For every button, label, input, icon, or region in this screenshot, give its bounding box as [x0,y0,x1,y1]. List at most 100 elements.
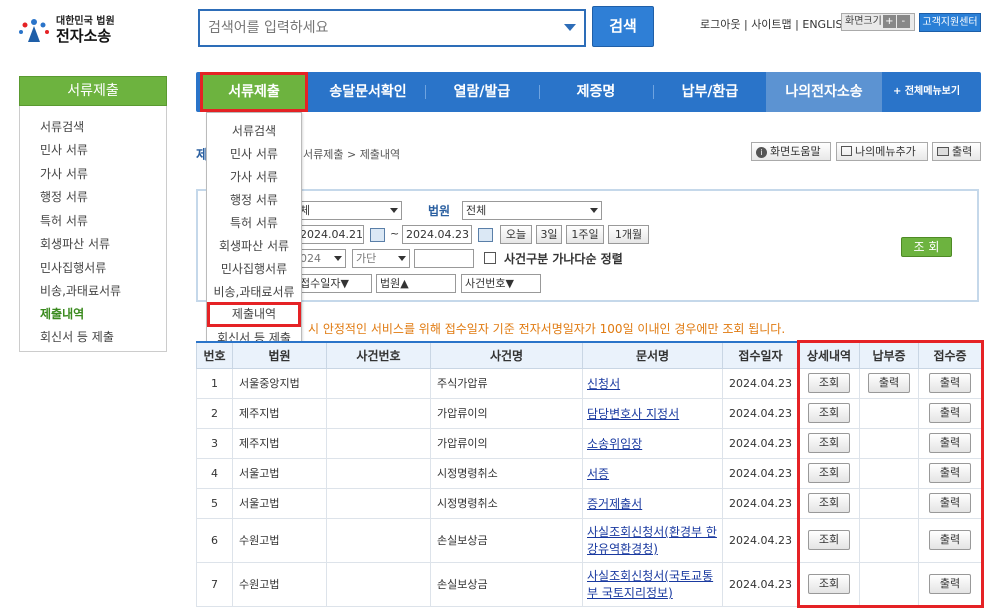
detail-view-button[interactable]: 조회 [808,463,850,483]
font-plus-button[interactable]: + [882,15,896,28]
dropdown-item-bankruptcy[interactable]: 회생파산 서류 [207,237,301,254]
dropdown-item-patent[interactable]: 특허 서류 [207,214,301,231]
court-emblem-icon [19,19,49,42]
detail-view-button[interactable]: 조회 [808,433,850,453]
sidebar-item-civil[interactable]: 민사 서류 [40,141,88,158]
date-from-input[interactable]: 2024.04.21 [296,225,364,244]
search-button[interactable]: 검색 [592,6,654,47]
payment-print-button[interactable]: 출력 [868,373,910,393]
tab-certificate[interactable]: 제증명 [542,72,650,112]
font-minus-button[interactable]: - [896,15,910,28]
period-3days-button[interactable]: 3일 [536,225,562,244]
nav-divider [539,85,540,99]
dropdown-item-document-search[interactable]: 서류검색 [207,122,301,139]
row-number: 4 [196,457,233,489]
receipt-print-button[interactable]: 출력 [929,463,971,483]
sidebar-item-reply-submission[interactable]: 회신서 등 제출 [40,328,114,345]
row-case-number [326,487,431,519]
row-date: 2024.04.23 [722,457,799,489]
sort-case-select[interactable]: 사건번호▼ [461,274,541,293]
court-logo[interactable]: 대한민국 법원 전자소송 [14,8,124,48]
row-date: 2024.04.23 [722,367,799,399]
calendar-icon[interactable] [370,228,385,242]
dropdown-item-administrative[interactable]: 행정 서류 [207,191,301,208]
document-link[interactable]: 사실조회신청서(국토교통부 국토지리정보) [587,569,713,600]
tab-payment-refund[interactable]: 납부/환급 [656,72,764,112]
row-case-name: 시정명령취소 [430,457,583,489]
detail-view-button[interactable]: 조회 [808,574,850,594]
detail-view-button[interactable]: 조회 [808,530,850,550]
query-button[interactable]: 조 회 [901,237,952,257]
row-payment [859,487,919,519]
dropdown-item-civil-execution[interactable]: 민사집행서류 [207,260,301,277]
sidebar-item-document-search[interactable]: 서류검색 [40,118,84,135]
sidebar-item-administrative[interactable]: 행정 서류 [40,188,88,205]
dropdown-item-non-contentious[interactable]: 비송,과태료서류 [207,283,301,300]
sidebar-item-family[interactable]: 가사 서류 [40,165,88,182]
sort-checkbox[interactable] [484,252,496,264]
case-type-select[interactable]: 가단 [352,249,410,268]
document-link[interactable]: 소송위임장 [587,437,642,451]
detail-view-button[interactable]: 조회 [808,373,850,393]
dropdown-item-submission-history[interactable]: 제출내역 [207,302,301,327]
sort-court-select[interactable]: 법원▲ [376,274,456,293]
search-box[interactable] [198,9,586,47]
print-button[interactable]: 출력 [932,142,981,161]
document-link[interactable]: 사실조회신청서(환경부 한강유역환경청) [587,525,717,556]
logout-link[interactable]: 로그아웃 [700,18,740,31]
case-number-input[interactable] [414,249,474,268]
court-select[interactable]: 전체 [462,201,602,220]
receipt-print-button[interactable]: 출력 [929,493,971,513]
top-links: 로그아웃 | 사이트맵 | ENGLISH [700,18,851,31]
row-detail: 조회 [798,561,860,607]
sitemap-link[interactable]: 사이트맵 [751,18,791,31]
sidebar-item-non-contentious[interactable]: 비송,과태료서류 [40,282,121,299]
receipt-print-button[interactable]: 출력 [929,574,971,594]
category-select[interactable]: 체 [296,201,402,220]
row-payment [859,427,919,459]
add-my-menu-button[interactable]: 나의메뉴추가 [836,142,928,161]
search-dropdown-icon[interactable] [564,24,576,31]
date-to-input[interactable]: 2024.04.23 [402,225,472,244]
row-court: 수원고법 [232,517,327,563]
document-link[interactable]: 담당변호사 지정서 [587,407,679,421]
tab-my-ecourt[interactable]: 나의전자소송 [766,72,882,112]
sort-date-select[interactable]: 접수일자▼ [296,274,372,293]
calendar-icon[interactable] [478,228,493,242]
search-filter-panel: 체 법원 전체 2024.04.21 ~ 2024.04.23 오늘 3일 1주… [196,189,979,302]
all-menu-button[interactable]: + 전체메뉴보기 [893,72,973,112]
tab-view-issue[interactable]: 열람/발급 [428,72,536,112]
sidebar-item-patent[interactable]: 특허 서류 [40,212,88,229]
row-receipt: 출력 [918,427,982,459]
row-payment [859,561,919,607]
detail-view-button[interactable]: 조회 [808,403,850,423]
search-input[interactable] [208,17,548,39]
screen-help-button[interactable]: i 화면도움말 [751,142,831,161]
row-detail: 조회 [798,367,860,399]
year-select[interactable]: 024 [296,249,346,268]
row-document: 사실조회신청서(환경부 한강유역환경청) [582,517,723,563]
sidebar-item-civil-execution[interactable]: 민사집행서류 [40,259,106,276]
dropdown-item-civil[interactable]: 민사 서류 [207,145,301,162]
period-1week-button[interactable]: 1주일 [566,225,604,244]
receipt-print-button[interactable]: 출력 [929,403,971,423]
sidebar-item-bankruptcy[interactable]: 회생파산 서류 [40,235,110,252]
document-link[interactable]: 증거제출서 [587,497,642,511]
receipt-print-button[interactable]: 출력 [929,530,971,550]
period-1month-button[interactable]: 1개월 [608,225,649,244]
tab-delivery[interactable]: 송달문서확인 [314,72,422,112]
screen-help-label: 화면도움말 [770,145,821,158]
tab-document-submission[interactable]: 서류제출 [200,72,308,112]
row-court: 제주지법 [232,427,327,459]
row-case-name: 시정명령취소 [430,487,583,519]
period-today-button[interactable]: 오늘 [500,225,532,244]
document-link[interactable]: 서증 [587,467,609,481]
helpdesk-button[interactable]: 고객지원센터 [919,13,981,32]
detail-view-button[interactable]: 조회 [808,493,850,513]
sidebar-item-submission-history[interactable]: 제출내역 [40,305,84,322]
row-payment [859,397,919,429]
document-link[interactable]: 신청서 [587,377,620,391]
dropdown-item-family[interactable]: 가사 서류 [207,168,301,185]
receipt-print-button[interactable]: 출력 [929,433,971,453]
receipt-print-button[interactable]: 출력 [929,373,971,393]
